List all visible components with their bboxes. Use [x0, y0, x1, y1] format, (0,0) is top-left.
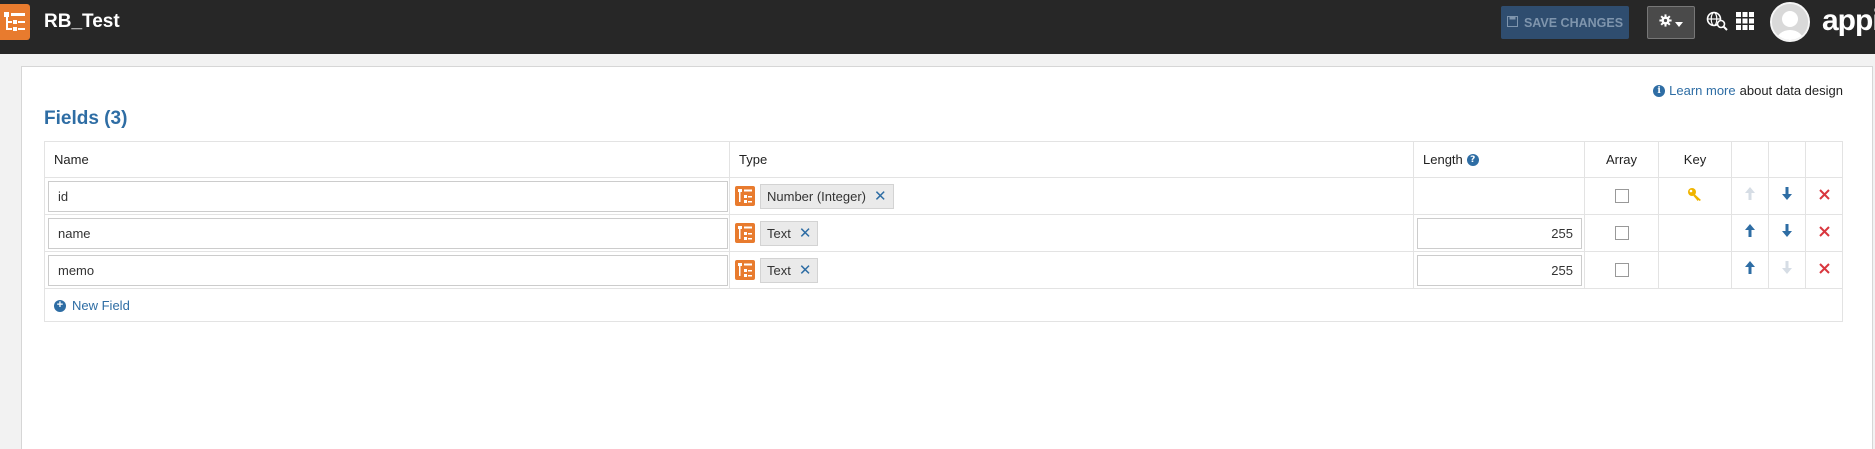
move-down-icon[interactable]	[1782, 187, 1792, 205]
help-suffix: about data design	[1739, 83, 1843, 98]
type-tag: Number (Integer) ✕	[760, 183, 894, 209]
field-name-input[interactable]: memo	[48, 254, 728, 286]
fields-title: Fields (3)	[44, 108, 128, 129]
app-grid-icon[interactable]	[1736, 12, 1754, 35]
key-cell[interactable]	[1659, 252, 1732, 288]
top-bar: RB_Test SAVE CHANGES app	[0, 0, 1875, 54]
type-label: Text	[767, 262, 791, 278]
plus-circle-icon: +	[54, 299, 66, 312]
record-type-icon	[735, 186, 755, 206]
settings-menu-button[interactable]	[1647, 6, 1695, 39]
learn-more-link[interactable]: Learn more	[1669, 83, 1735, 98]
save-icon	[1506, 15, 1518, 30]
column-header-name: Name	[45, 142, 730, 177]
key-cell[interactable]	[1659, 215, 1732, 251]
type-tag: Text ✕	[760, 220, 819, 246]
brand-logo: appia	[1822, 4, 1875, 37]
record-type-icon	[0, 4, 30, 40]
delete-field-icon[interactable]	[1818, 261, 1830, 279]
record-type-icon	[735, 260, 755, 280]
column-header-type: Type	[730, 142, 1414, 177]
record-type-icon	[735, 223, 755, 243]
save-changes-label: SAVE CHANGES	[1523, 15, 1624, 30]
move-down-icon	[1782, 261, 1792, 279]
column-header-array: Array	[1585, 142, 1659, 177]
type-label: Number (Integer)	[767, 188, 866, 204]
move-down-icon[interactable]	[1782, 224, 1792, 242]
field-name-input[interactable]: name	[48, 217, 728, 249]
delete-field-icon[interactable]	[1818, 187, 1830, 205]
move-up-icon	[1745, 187, 1755, 205]
chevron-down-icon	[1675, 14, 1683, 32]
array-checkbox[interactable]	[1614, 263, 1629, 277]
new-field-link[interactable]: + New Field	[54, 298, 130, 313]
move-up-icon[interactable]	[1745, 261, 1755, 279]
gear-icon	[1659, 13, 1672, 32]
globe-search-icon[interactable]	[1706, 11, 1728, 36]
type-picker[interactable]: Number (Integer) ✕	[735, 183, 894, 209]
user-avatar[interactable]	[1770, 2, 1810, 42]
new-field-label: New Field	[72, 298, 130, 313]
remove-type-icon[interactable]: ✕	[799, 224, 812, 242]
type-picker[interactable]: Text ✕	[735, 257, 819, 283]
help-text: i Learn more about data design	[1653, 83, 1843, 98]
delete-field-icon[interactable]	[1818, 224, 1830, 242]
field-length-input[interactable]: 255	[1417, 217, 1582, 249]
column-header-length: Length ?	[1414, 142, 1585, 177]
table-row: id Number (Integer) ✕	[45, 178, 1842, 215]
info-icon: i	[1653, 84, 1666, 97]
type-picker[interactable]: Text ✕	[735, 220, 819, 246]
column-header-key: Key	[1659, 142, 1732, 177]
type-label: Text	[767, 225, 791, 241]
array-checkbox[interactable]	[1614, 189, 1629, 203]
field-name-input[interactable]: id	[48, 180, 728, 212]
field-length-empty	[1414, 178, 1585, 214]
array-checkbox[interactable]	[1614, 226, 1629, 240]
type-tag: Text ✕	[760, 257, 819, 283]
help-icon[interactable]: ?	[1466, 153, 1479, 166]
app-title: RB_Test	[44, 11, 120, 32]
save-changes-button[interactable]: SAVE CHANGES	[1501, 6, 1629, 39]
field-length-input[interactable]: 255	[1417, 254, 1582, 286]
remove-type-icon[interactable]: ✕	[874, 187, 887, 205]
fields-table: Name Type Length ? Array Key id Number (…	[44, 141, 1843, 322]
primary-key-icon[interactable]	[1687, 187, 1703, 206]
table-row: memo Text ✕ 255	[45, 252, 1842, 289]
table-header-row: Name Type Length ? Array Key	[45, 142, 1842, 178]
table-row: name Text ✕ 255	[45, 215, 1842, 252]
remove-type-icon[interactable]: ✕	[799, 261, 812, 279]
move-up-icon[interactable]	[1745, 224, 1755, 242]
